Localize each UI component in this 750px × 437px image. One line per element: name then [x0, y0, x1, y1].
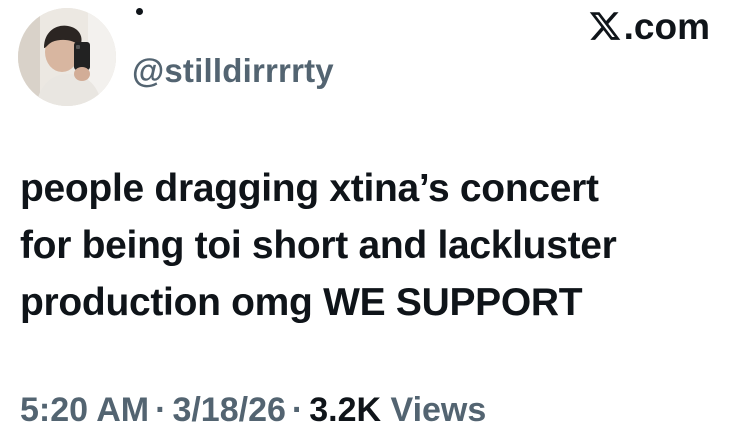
tweet-text-line: people dragging xtina’s concert: [20, 167, 599, 210]
display-name-fragment: [136, 8, 143, 15]
meta-separator: ·: [291, 391, 304, 429]
tweet-text: people dragging xtina’s concert for bein…: [20, 160, 730, 331]
meta-separator: ·: [155, 391, 167, 429]
tweet-text-line: production omg WE SUPPORT: [20, 281, 583, 324]
views-label: Views: [390, 391, 487, 429]
x-logo-icon: [589, 12, 620, 40]
tweet-meta: 5:20 AM · 3/18/26 · 3.2K Views: [20, 388, 486, 432]
tweet-text-line: for being toi short and lackluster: [20, 224, 617, 267]
tweet-time[interactable]: 5:20 AM: [20, 391, 149, 429]
tweet-date[interactable]: 3/18/26: [172, 391, 285, 429]
tweet-card: @stilldirrrrty .com people dragging xtin…: [0, 0, 750, 437]
views-count: 3.2K: [309, 391, 382, 429]
avatar[interactable]: [18, 8, 116, 106]
avatar-photo: [18, 8, 116, 106]
source-domain: .com: [623, 5, 710, 47]
author-handle[interactable]: @stilldirrrrty: [132, 52, 334, 90]
source-watermark: .com: [588, 4, 710, 48]
